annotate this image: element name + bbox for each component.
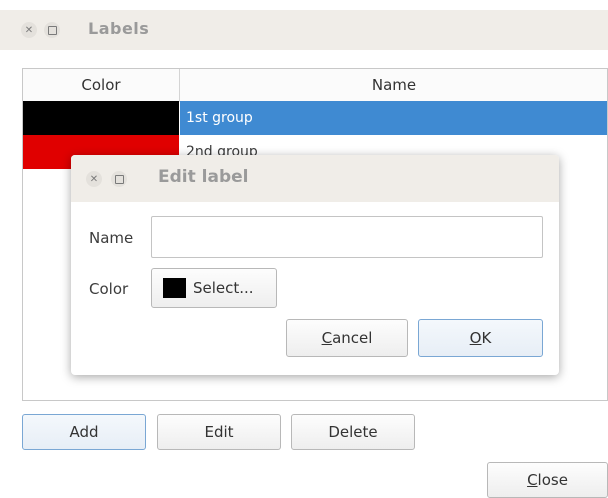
cancel-button[interactable]: Cancel <box>286 319 408 357</box>
maximize-window-icon[interactable] <box>44 22 60 38</box>
edit-label-dialog: ✕ Edit label Name Color Select... Cancel… <box>71 155 559 375</box>
ok-label: K <box>481 329 492 347</box>
cancel-mnemonic: C <box>321 329 333 347</box>
close-window-icon[interactable]: ✕ <box>21 22 37 38</box>
select-color-button[interactable]: Select... <box>151 268 277 308</box>
selected-color-swatch <box>163 278 186 298</box>
dialog-title: Edit label <box>158 167 249 187</box>
ok-button[interactable]: OK <box>418 319 543 357</box>
close-dialog-icon[interactable]: ✕ <box>86 171 102 187</box>
table-header: Color Name <box>23 69 607 102</box>
window-titlebar: ✕ Labels <box>0 0 608 52</box>
close-label: lose <box>537 471 568 489</box>
color-label: Color <box>89 280 129 298</box>
column-header-name[interactable]: Name <box>180 69 608 101</box>
column-header-color[interactable]: Color <box>23 69 180 101</box>
name-label: Name <box>89 229 134 247</box>
close-mnemonic: C <box>527 471 538 489</box>
add-button[interactable]: Add <box>22 414 146 450</box>
delete-button[interactable]: Delete <box>291 414 415 450</box>
row-name: 1st group <box>180 101 607 135</box>
maximize-dialog-icon[interactable] <box>111 171 127 187</box>
close-button[interactable]: Close <box>487 462 608 498</box>
edit-button[interactable]: Edit <box>157 414 281 450</box>
table-row[interactable]: 1st group <box>23 101 607 135</box>
color-swatch <box>23 101 179 135</box>
name-field[interactable] <box>151 216 543 258</box>
cancel-label: ancel <box>332 329 373 347</box>
window-title: Labels <box>88 19 150 38</box>
select-label: Select... <box>193 279 254 297</box>
ok-mnemonic: O <box>469 329 482 347</box>
dialog-titlebar: ✕ Edit label <box>71 155 559 202</box>
